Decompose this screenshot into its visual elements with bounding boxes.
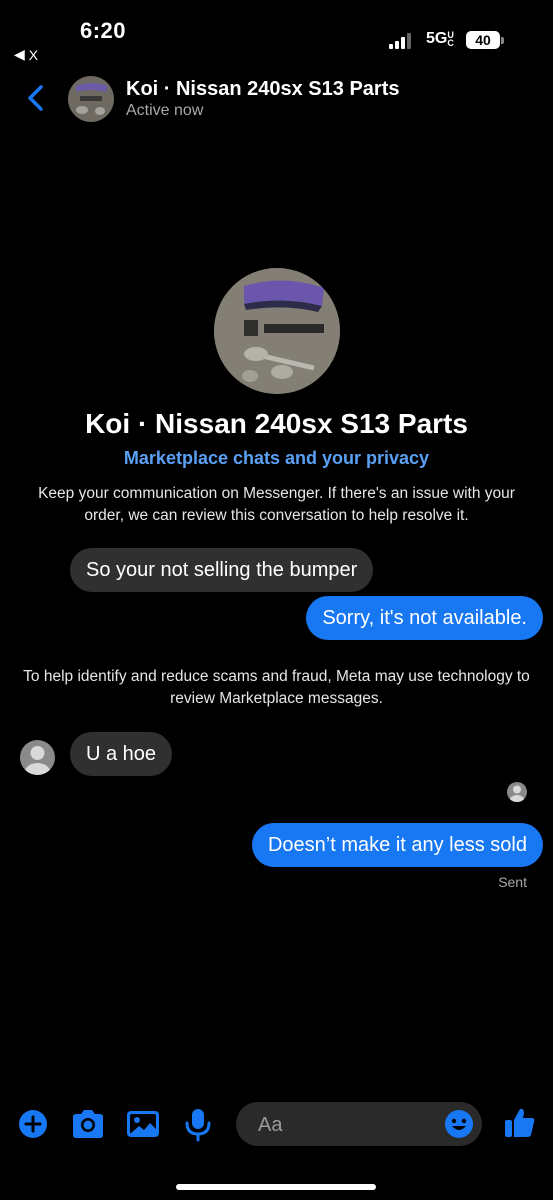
status-time: 6:20 — [80, 18, 127, 43]
active-status: Active now — [126, 102, 204, 119]
camera-icon[interactable] — [70, 1106, 106, 1142]
header-title[interactable]: Koi · Nissan 240sx S13 Parts — [126, 78, 399, 101]
network-type: 5GUC — [426, 29, 454, 48]
privacy-link[interactable]: Marketplace chats and your privacy — [0, 448, 553, 469]
back-triangle-icon: ◀ — [14, 46, 25, 62]
emoji-icon[interactable] — [444, 1109, 474, 1139]
message-input[interactable] — [256, 1102, 440, 1148]
message-outgoing[interactable]: Sorry, it's not available. — [306, 596, 543, 640]
back-chevron-icon[interactable] — [24, 84, 50, 112]
communication-notice: Keep your communication on Messenger. If… — [38, 485, 515, 524]
back-to-app[interactable]: ◀ X — [14, 46, 38, 63]
delivery-status: Sent — [498, 874, 527, 890]
message-incoming[interactable]: So your not selling the bumper — [70, 548, 374, 592]
scam-notice: To help identify and reduce scams and fr… — [23, 668, 530, 707]
profile-name: Koi · Nissan 240sx S13 Parts — [85, 408, 468, 439]
message-incoming[interactable]: U a hoe — [70, 732, 173, 776]
home-indicator — [176, 1184, 376, 1190]
seen-avatar — [507, 782, 527, 802]
battery-cap — [501, 37, 504, 44]
plus-icon[interactable] — [18, 1106, 54, 1142]
photo-icon[interactable] — [125, 1106, 161, 1142]
sender-avatar[interactable] — [20, 740, 55, 775]
back-app-label: X — [28, 46, 39, 63]
profile-picture — [214, 268, 340, 394]
battery-icon: 40 — [466, 31, 500, 49]
thumbs-up-icon[interactable] — [503, 1106, 537, 1140]
microphone-icon[interactable] — [180, 1106, 216, 1142]
header-avatar[interactable] — [68, 76, 114, 122]
message-outgoing[interactable]: Doesn’t make it any less sold — [251, 823, 543, 867]
cellular-signal-icon — [389, 33, 411, 49]
